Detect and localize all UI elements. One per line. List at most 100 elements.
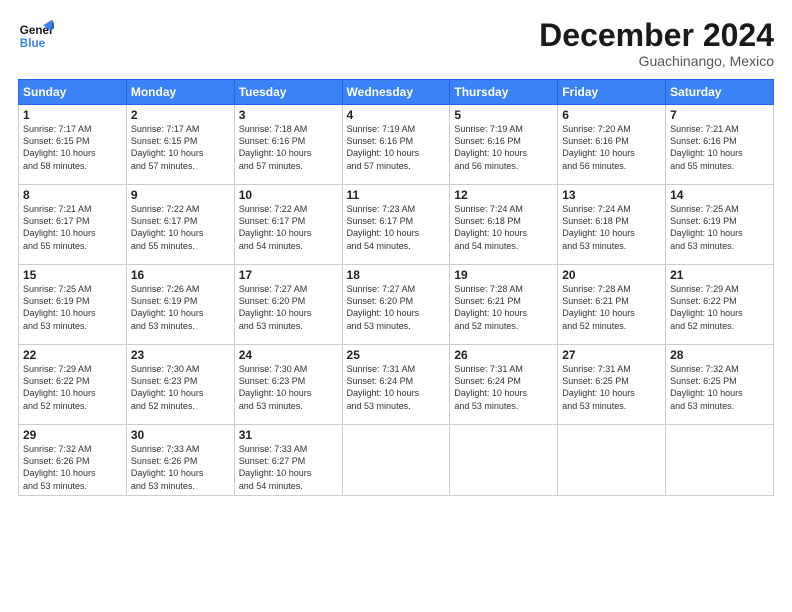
day-number: 30: [131, 428, 230, 442]
day-number: 7: [670, 108, 769, 122]
calendar-cell: 7Sunrise: 7:21 AMSunset: 6:16 PMDaylight…: [666, 105, 774, 185]
col-wednesday: Wednesday: [342, 80, 450, 105]
calendar-cell: [342, 425, 450, 496]
day-number: 10: [239, 188, 338, 202]
calendar-cell: 17Sunrise: 7:27 AMSunset: 6:20 PMDayligh…: [234, 265, 342, 345]
calendar-cell: 23Sunrise: 7:30 AMSunset: 6:23 PMDayligh…: [126, 345, 234, 425]
calendar-cell: 19Sunrise: 7:28 AMSunset: 6:21 PMDayligh…: [450, 265, 558, 345]
calendar-row-1: 1Sunrise: 7:17 AMSunset: 6:15 PMDaylight…: [19, 105, 774, 185]
calendar-table: Sunday Monday Tuesday Wednesday Thursday…: [18, 79, 774, 496]
day-info: Sunrise: 7:20 AMSunset: 6:16 PMDaylight:…: [562, 123, 661, 172]
day-info: Sunrise: 7:31 AMSunset: 6:25 PMDaylight:…: [562, 363, 661, 412]
calendar-cell: 13Sunrise: 7:24 AMSunset: 6:18 PMDayligh…: [558, 185, 666, 265]
calendar-cell: 20Sunrise: 7:28 AMSunset: 6:21 PMDayligh…: [558, 265, 666, 345]
calendar-cell: 1Sunrise: 7:17 AMSunset: 6:15 PMDaylight…: [19, 105, 127, 185]
day-info: Sunrise: 7:32 AMSunset: 6:26 PMDaylight:…: [23, 443, 122, 492]
calendar-cell: 31Sunrise: 7:33 AMSunset: 6:27 PMDayligh…: [234, 425, 342, 496]
day-number: 9: [131, 188, 230, 202]
calendar-cell: 18Sunrise: 7:27 AMSunset: 6:20 PMDayligh…: [342, 265, 450, 345]
col-saturday: Saturday: [666, 80, 774, 105]
day-number: 19: [454, 268, 553, 282]
day-number: 12: [454, 188, 553, 202]
day-number: 8: [23, 188, 122, 202]
day-number: 23: [131, 348, 230, 362]
calendar-cell: 14Sunrise: 7:25 AMSunset: 6:19 PMDayligh…: [666, 185, 774, 265]
day-info: Sunrise: 7:33 AMSunset: 6:26 PMDaylight:…: [131, 443, 230, 492]
calendar-cell: 15Sunrise: 7:25 AMSunset: 6:19 PMDayligh…: [19, 265, 127, 345]
calendar-cell: 9Sunrise: 7:22 AMSunset: 6:17 PMDaylight…: [126, 185, 234, 265]
col-tuesday: Tuesday: [234, 80, 342, 105]
calendar-cell: 2Sunrise: 7:17 AMSunset: 6:15 PMDaylight…: [126, 105, 234, 185]
day-number: 24: [239, 348, 338, 362]
calendar-cell: 30Sunrise: 7:33 AMSunset: 6:26 PMDayligh…: [126, 425, 234, 496]
day-info: Sunrise: 7:30 AMSunset: 6:23 PMDaylight:…: [239, 363, 338, 412]
day-number: 5: [454, 108, 553, 122]
calendar-body: 1Sunrise: 7:17 AMSunset: 6:15 PMDaylight…: [19, 105, 774, 496]
day-info: Sunrise: 7:29 AMSunset: 6:22 PMDaylight:…: [670, 283, 769, 332]
day-number: 28: [670, 348, 769, 362]
title-block: December 2024 Guachinango, Mexico: [539, 18, 774, 69]
day-number: 18: [347, 268, 446, 282]
day-number: 3: [239, 108, 338, 122]
day-number: 1: [23, 108, 122, 122]
day-info: Sunrise: 7:33 AMSunset: 6:27 PMDaylight:…: [239, 443, 338, 492]
day-number: 2: [131, 108, 230, 122]
day-info: Sunrise: 7:21 AMSunset: 6:16 PMDaylight:…: [670, 123, 769, 172]
calendar-cell: 3Sunrise: 7:18 AMSunset: 6:16 PMDaylight…: [234, 105, 342, 185]
day-info: Sunrise: 7:17 AMSunset: 6:15 PMDaylight:…: [23, 123, 122, 172]
day-info: Sunrise: 7:24 AMSunset: 6:18 PMDaylight:…: [562, 203, 661, 252]
calendar-cell: 4Sunrise: 7:19 AMSunset: 6:16 PMDaylight…: [342, 105, 450, 185]
col-thursday: Thursday: [450, 80, 558, 105]
logo: General Blue: [18, 18, 54, 54]
day-number: 13: [562, 188, 661, 202]
day-number: 15: [23, 268, 122, 282]
calendar-cell: 8Sunrise: 7:21 AMSunset: 6:17 PMDaylight…: [19, 185, 127, 265]
calendar-row-5: 29Sunrise: 7:32 AMSunset: 6:26 PMDayligh…: [19, 425, 774, 496]
day-info: Sunrise: 7:28 AMSunset: 6:21 PMDaylight:…: [454, 283, 553, 332]
day-info: Sunrise: 7:30 AMSunset: 6:23 PMDaylight:…: [131, 363, 230, 412]
calendar-cell: 5Sunrise: 7:19 AMSunset: 6:16 PMDaylight…: [450, 105, 558, 185]
day-info: Sunrise: 7:31 AMSunset: 6:24 PMDaylight:…: [347, 363, 446, 412]
day-number: 21: [670, 268, 769, 282]
calendar-cell: 21Sunrise: 7:29 AMSunset: 6:22 PMDayligh…: [666, 265, 774, 345]
day-number: 17: [239, 268, 338, 282]
day-info: Sunrise: 7:22 AMSunset: 6:17 PMDaylight:…: [131, 203, 230, 252]
day-info: Sunrise: 7:25 AMSunset: 6:19 PMDaylight:…: [670, 203, 769, 252]
calendar-row-4: 22Sunrise: 7:29 AMSunset: 6:22 PMDayligh…: [19, 345, 774, 425]
day-info: Sunrise: 7:31 AMSunset: 6:24 PMDaylight:…: [454, 363, 553, 412]
day-info: Sunrise: 7:25 AMSunset: 6:19 PMDaylight:…: [23, 283, 122, 332]
calendar-cell: 10Sunrise: 7:22 AMSunset: 6:17 PMDayligh…: [234, 185, 342, 265]
day-info: Sunrise: 7:29 AMSunset: 6:22 PMDaylight:…: [23, 363, 122, 412]
calendar-cell: 6Sunrise: 7:20 AMSunset: 6:16 PMDaylight…: [558, 105, 666, 185]
calendar-cell: 12Sunrise: 7:24 AMSunset: 6:18 PMDayligh…: [450, 185, 558, 265]
day-info: Sunrise: 7:19 AMSunset: 6:16 PMDaylight:…: [347, 123, 446, 172]
calendar-cell: 29Sunrise: 7:32 AMSunset: 6:26 PMDayligh…: [19, 425, 127, 496]
day-number: 29: [23, 428, 122, 442]
page: General Blue December 2024 Guachinango, …: [0, 0, 792, 612]
day-info: Sunrise: 7:28 AMSunset: 6:21 PMDaylight:…: [562, 283, 661, 332]
day-number: 25: [347, 348, 446, 362]
calendar-cell: 26Sunrise: 7:31 AMSunset: 6:24 PMDayligh…: [450, 345, 558, 425]
calendar-cell: 25Sunrise: 7:31 AMSunset: 6:24 PMDayligh…: [342, 345, 450, 425]
day-info: Sunrise: 7:26 AMSunset: 6:19 PMDaylight:…: [131, 283, 230, 332]
day-info: Sunrise: 7:23 AMSunset: 6:17 PMDaylight:…: [347, 203, 446, 252]
logo-icon: General Blue: [18, 18, 54, 54]
day-info: Sunrise: 7:17 AMSunset: 6:15 PMDaylight:…: [131, 123, 230, 172]
day-info: Sunrise: 7:27 AMSunset: 6:20 PMDaylight:…: [347, 283, 446, 332]
day-number: 14: [670, 188, 769, 202]
col-friday: Friday: [558, 80, 666, 105]
calendar-cell: 16Sunrise: 7:26 AMSunset: 6:19 PMDayligh…: [126, 265, 234, 345]
day-number: 11: [347, 188, 446, 202]
col-sunday: Sunday: [19, 80, 127, 105]
calendar-cell: [450, 425, 558, 496]
calendar-cell: [666, 425, 774, 496]
day-info: Sunrise: 7:19 AMSunset: 6:16 PMDaylight:…: [454, 123, 553, 172]
calendar-cell: 22Sunrise: 7:29 AMSunset: 6:22 PMDayligh…: [19, 345, 127, 425]
calendar-cell: 27Sunrise: 7:31 AMSunset: 6:25 PMDayligh…: [558, 345, 666, 425]
calendar-row-3: 15Sunrise: 7:25 AMSunset: 6:19 PMDayligh…: [19, 265, 774, 345]
day-info: Sunrise: 7:21 AMSunset: 6:17 PMDaylight:…: [23, 203, 122, 252]
svg-text:Blue: Blue: [20, 37, 46, 50]
day-number: 26: [454, 348, 553, 362]
calendar-cell: [558, 425, 666, 496]
day-info: Sunrise: 7:24 AMSunset: 6:18 PMDaylight:…: [454, 203, 553, 252]
